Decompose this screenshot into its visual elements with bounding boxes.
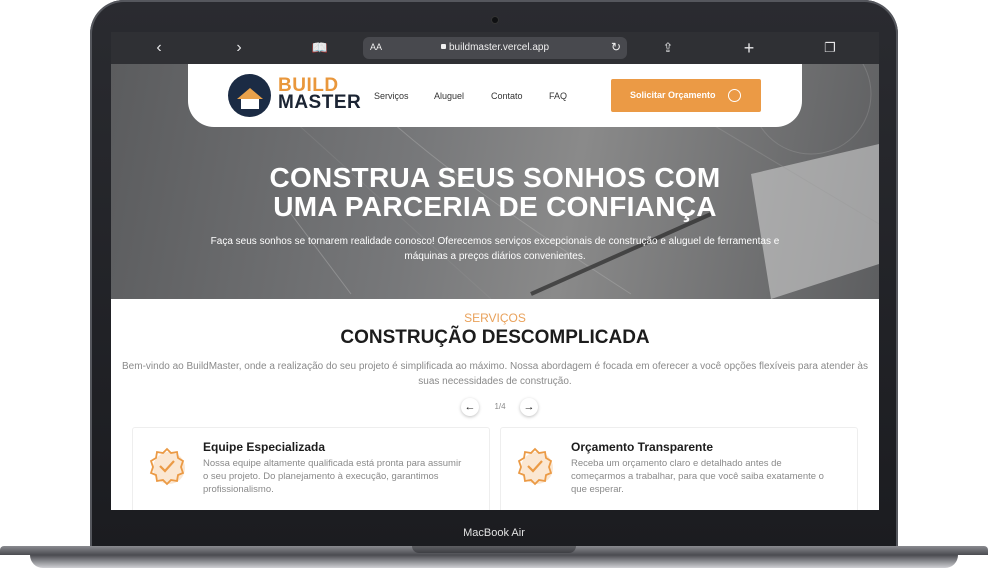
badge-check-icon bbox=[149, 447, 185, 486]
lock-icon bbox=[440, 44, 446, 49]
request-quote-label: Solicitar Orçamento bbox=[630, 90, 716, 100]
new-tab-icon[interactable]: + bbox=[738, 38, 760, 58]
browser-toolbar: ‹ › 📖 AA buildmaster.vercel.app ↻ ⇪ + ❐ bbox=[111, 32, 879, 64]
tabs-overview-icon[interactable]: ❐ bbox=[819, 38, 841, 58]
service-card[interactable]: Equipe Especializada Nossa equipe altame… bbox=[132, 427, 490, 510]
site-header: BUILD MASTER Serviços Aluguel Contato FA… bbox=[188, 64, 802, 127]
service-card[interactable]: Orçamento Transparente Receba um orçamen… bbox=[500, 427, 858, 510]
logo-house-icon[interactable] bbox=[228, 74, 271, 117]
camera bbox=[492, 17, 498, 23]
laptop-notch bbox=[412, 546, 576, 553]
card-title: Orçamento Transparente bbox=[571, 440, 714, 454]
services-title: CONSTRUÇÃO DESCOMPLICADA bbox=[340, 327, 650, 348]
bookmarks-icon[interactable]: 📖 bbox=[309, 38, 331, 58]
share-icon[interactable]: ⇪ bbox=[657, 38, 679, 58]
logo-wordmark[interactable]: BUILD MASTER bbox=[278, 76, 362, 113]
address-bar[interactable]: AA buildmaster.vercel.app ↻ bbox=[363, 37, 627, 59]
hero-section: BUILD MASTER Serviços Aluguel Contato FA… bbox=[111, 64, 879, 299]
request-quote-button[interactable]: Solicitar Orçamento bbox=[611, 79, 761, 112]
hero-title-line1: CONSTRUA SEUS SONHOS COM bbox=[269, 162, 721, 193]
hero-title: CONSTRUA SEUS SONHOS COM UMA PARCERIA DE… bbox=[111, 163, 879, 221]
browser-screen: ‹ › 📖 AA buildmaster.vercel.app ↻ ⇪ + ❐ bbox=[111, 32, 879, 510]
services-intro: Bem-vindo ao BuildMaster, onde a realiza… bbox=[122, 361, 868, 387]
url-text: buildmaster.vercel.app bbox=[448, 42, 550, 53]
nav-link-contato[interactable]: Contato bbox=[491, 91, 523, 101]
services-kicker: SERVIÇOS bbox=[464, 311, 526, 325]
forward-icon[interactable]: › bbox=[228, 38, 250, 58]
next-arrow-button[interactable]: → bbox=[520, 398, 538, 416]
back-icon[interactable]: ‹ bbox=[148, 38, 170, 58]
card-text: Nossa equipe altamente qualificada está … bbox=[203, 458, 462, 495]
whatsapp-icon bbox=[728, 89, 741, 102]
nav-link-faq[interactable]: FAQ bbox=[549, 91, 567, 101]
logo-master-text: MASTER bbox=[278, 92, 362, 113]
nav-link-servicos[interactable]: Serviços bbox=[374, 91, 409, 101]
hero-title-line2: UMA PARCERIA DE CONFIANÇA bbox=[273, 191, 717, 222]
card-text: Receba um orçamento claro e detalhado an… bbox=[571, 458, 824, 495]
nav-link-aluguel[interactable]: Aluguel bbox=[434, 91, 464, 101]
prev-arrow-button[interactable]: ← bbox=[461, 398, 479, 416]
device-model-label: MacBook Air bbox=[463, 527, 525, 539]
reload-icon[interactable]: ↻ bbox=[611, 40, 621, 54]
card-title: Equipe Especializada bbox=[203, 440, 326, 454]
pager-indicator: 1/4 bbox=[494, 402, 506, 411]
hero-subtitle: Faça seus sonhos se tornarem realidade c… bbox=[210, 236, 780, 262]
badge-check-icon bbox=[517, 447, 553, 486]
laptop-base bbox=[0, 546, 988, 568]
